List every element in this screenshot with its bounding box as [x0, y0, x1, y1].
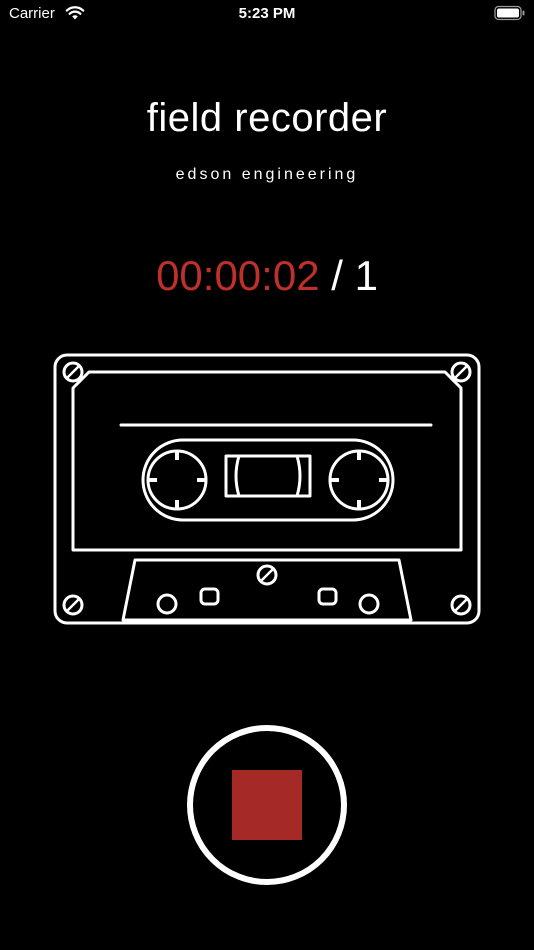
app-subtitle: edson engineering — [175, 166, 359, 183]
stop-recording-button[interactable] — [186, 724, 348, 886]
elapsed-time: 00:00:02 — [156, 252, 320, 299]
recording-timer: 00:00:02 / 1 — [0, 252, 534, 300]
recording-count: 1 — [354, 252, 378, 299]
stop-icon — [187, 725, 347, 885]
timer-separator: / — [331, 252, 343, 299]
status-time: 5:23 PM — [238, 5, 296, 22]
app-title: field recorder — [146, 96, 388, 140]
cassette-tape-icon — [53, 353, 481, 625]
battery-icon — [494, 5, 525, 21]
status-bar: Carrier 5:23 PM — [0, 0, 534, 30]
